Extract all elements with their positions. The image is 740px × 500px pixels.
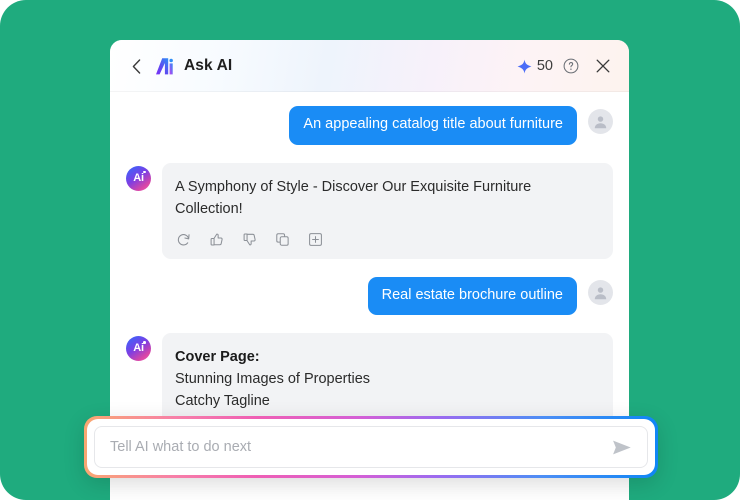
- ai-avatar-label: Ai: [133, 343, 143, 354]
- ai-avatar-icon: Ai: [126, 166, 151, 191]
- app-window: Ask AI 50: [0, 0, 740, 500]
- ai-avatar-icon: Ai: [126, 336, 151, 361]
- ai-avatar-label: Ai: [133, 173, 143, 184]
- header-actions: 50: [517, 56, 613, 76]
- composer-inner: [87, 419, 655, 475]
- credits-count: 50: [537, 58, 553, 74]
- thumbs-up-glyph: [209, 232, 224, 247]
- thumbs-down-glyph: [242, 232, 257, 247]
- composer-input[interactable]: [110, 439, 609, 455]
- ai-message-actions: [175, 231, 597, 248]
- send-button[interactable]: [609, 435, 635, 459]
- insert-plus-glyph: [308, 232, 323, 247]
- thumbs-up-icon[interactable]: [208, 231, 225, 248]
- back-button[interactable]: [128, 56, 144, 76]
- thumbs-down-icon[interactable]: [241, 231, 258, 248]
- person-glyph: [593, 285, 608, 300]
- message-row-user: An appealing catalog title about furnitu…: [126, 106, 613, 145]
- ai-outline-item: Catchy Tagline: [175, 390, 597, 412]
- composer-card: [84, 416, 658, 478]
- credits-badge[interactable]: 50: [517, 58, 553, 74]
- close-button[interactable]: [593, 56, 613, 76]
- panel-header: Ask AI 50: [110, 40, 629, 92]
- regenerate-icon[interactable]: [175, 231, 192, 248]
- ai-outline-heading: Cover Page:: [175, 346, 597, 368]
- ai-outline-item: Stunning Images of Properties: [175, 368, 597, 390]
- close-icon: [595, 58, 611, 74]
- panel-title: Ask AI: [184, 57, 232, 75]
- user-avatar-icon: [588, 109, 613, 134]
- ask-ai-logo-glyph: [155, 57, 176, 76]
- ai-avatar-dot: [143, 341, 146, 344]
- insert-icon[interactable]: [307, 231, 324, 248]
- send-icon: [612, 439, 632, 456]
- copy-icon[interactable]: [274, 231, 291, 248]
- ai-avatar-dot: [143, 171, 146, 174]
- person-glyph: [593, 114, 608, 129]
- user-message-bubble: Real estate brochure outline: [368, 277, 577, 316]
- help-circle-icon: [563, 58, 579, 74]
- chevron-left-icon: [132, 59, 141, 74]
- user-avatar-icon: [588, 280, 613, 305]
- ai-message-text: A Symphony of Style - Discover Our Exqui…: [175, 176, 597, 221]
- sparkle-icon: [517, 59, 532, 74]
- user-message-bubble: An appealing catalog title about furnitu…: [289, 106, 577, 145]
- help-button[interactable]: [561, 56, 581, 76]
- message-row-user: Real estate brochure outline: [126, 277, 613, 316]
- message-row-ai: Ai A Symphony of Style - Discover Our Ex…: [126, 163, 613, 259]
- copy-glyph: [275, 232, 290, 247]
- composer-field[interactable]: [94, 426, 648, 468]
- ai-message-bubble: A Symphony of Style - Discover Our Exqui…: [162, 163, 613, 259]
- ask-ai-logo-icon: [154, 55, 176, 77]
- regenerate-glyph: [176, 232, 191, 247]
